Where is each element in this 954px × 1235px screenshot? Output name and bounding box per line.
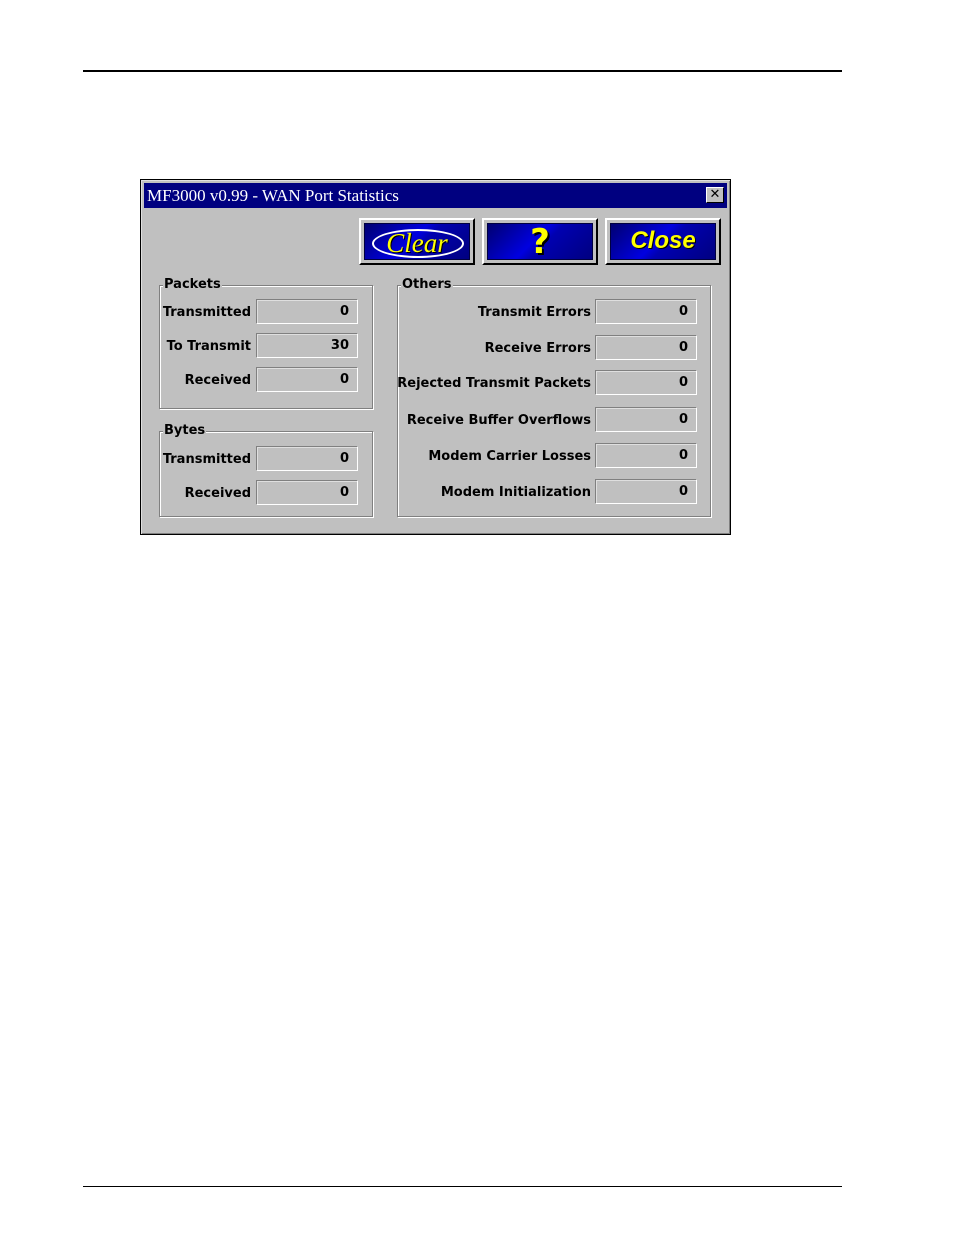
bytes-received-field: 0 bbox=[256, 480, 358, 505]
packets-received-label: Received bbox=[184, 373, 251, 388]
receive-buffer-overflows-field: 0 bbox=[595, 407, 697, 432]
wan-port-statistics-dialog: MF3000 v0.99 - WAN Port Statistics ✕ Cle… bbox=[140, 179, 731, 535]
packets-received-field: 0 bbox=[256, 367, 358, 392]
rejected-transmit-packets-label: Rejected Transmit Packets bbox=[397, 376, 591, 391]
close-icon[interactable]: ✕ bbox=[706, 187, 724, 203]
receive-errors-field: 0 bbox=[595, 335, 697, 360]
others-legend: Others bbox=[401, 277, 453, 293]
packets-to-transmit-label: To Transmit bbox=[166, 339, 251, 354]
receive-errors-label: Receive Errors bbox=[484, 341, 591, 356]
close-button[interactable]: Close bbox=[605, 218, 721, 265]
title-bar[interactable]: MF3000 v0.99 - WAN Port Statistics ✕ bbox=[144, 183, 727, 208]
transmit-errors-field: 0 bbox=[595, 299, 697, 324]
bytes-received-label: Received bbox=[184, 486, 251, 501]
window-title: MF3000 v0.99 - WAN Port Statistics bbox=[147, 186, 399, 205]
packets-to-transmit-field: 30 bbox=[256, 333, 358, 358]
bytes-legend: Bytes bbox=[163, 423, 207, 439]
bytes-group: Bytes Transmitted 0 Received 0 bbox=[159, 423, 373, 517]
modem-initialization-label: Modem Initialization bbox=[440, 485, 591, 500]
receive-buffer-overflows-label: Receive Buffer Overflows bbox=[406, 413, 591, 428]
help-button[interactable]: ? bbox=[482, 218, 598, 265]
packets-transmitted-field: 0 bbox=[256, 299, 358, 324]
page-bottom-rule bbox=[83, 1186, 842, 1187]
transmit-errors-label: Transmit Errors bbox=[477, 305, 591, 320]
close-button-face: Close bbox=[610, 223, 716, 260]
packets-group: Packets Transmitted 0 To Transmit 30 Rec… bbox=[159, 277, 373, 409]
bytes-transmitted-field: 0 bbox=[256, 446, 358, 471]
packets-transmitted-label: Transmitted bbox=[162, 305, 251, 320]
modem-carrier-losses-field: 0 bbox=[595, 443, 697, 468]
packets-legend: Packets bbox=[163, 277, 222, 293]
modem-initialization-field: 0 bbox=[595, 479, 697, 504]
rejected-transmit-packets-field: 0 bbox=[595, 370, 697, 395]
bytes-transmitted-label: Transmitted bbox=[162, 452, 251, 467]
help-button-face: ? bbox=[487, 222, 593, 262]
question-mark-icon: ? bbox=[530, 222, 550, 262]
others-group: Others Transmit Errors 0 Receive Errors … bbox=[397, 277, 711, 517]
page-top-rule bbox=[83, 70, 842, 72]
modem-carrier-losses-label: Modem Carrier Losses bbox=[428, 449, 591, 464]
close-button-label: Close bbox=[630, 227, 696, 254]
clear-button-label: Clear bbox=[386, 228, 448, 258]
clear-button[interactable]: Clear bbox=[359, 218, 475, 265]
clear-button-face: Clear bbox=[364, 223, 470, 260]
